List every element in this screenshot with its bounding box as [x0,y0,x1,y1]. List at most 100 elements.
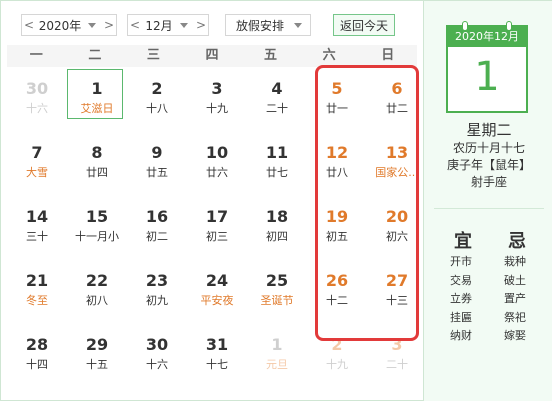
weekday-label: 六 [322,48,336,63]
year-value: 2020年 [38,18,82,33]
day-number: 23 [145,271,169,290]
day-cell[interactable]: 4 二十 [247,71,307,135]
day-number: 1 [271,335,283,354]
day-subtitle: 大雪 [26,166,48,179]
prev-month-arrow-icon[interactable]: < [128,18,142,32]
day-cell[interactable]: 16 初二 [127,199,187,263]
ji-item: 置产 [504,292,526,305]
day-subtitle: 十五 [86,358,108,371]
day-cell[interactable]: 2 十八 [127,71,187,135]
back-to-today-button[interactable]: 返回今天 [333,14,395,36]
day-cell[interactable]: 1 元旦 [247,327,307,391]
day-subtitle: 十八 [146,102,168,115]
detail-ganzhi-year: 庚子年【鼠年】 [446,158,531,172]
day-cell[interactable]: 3 十九 [187,71,247,135]
year-selector[interactable]: < 2020年 > [21,14,117,36]
day-subtitle: 初三 [206,230,228,243]
day-number: 24 [205,271,229,290]
day-number: 31 [205,335,229,354]
next-month-arrow-icon[interactable]: > [194,18,208,32]
day-number: 7 [31,143,43,162]
day-cell[interactable]: 17 初三 [187,199,247,263]
prev-year-arrow-icon[interactable]: < [22,18,36,32]
day-subtitle: 廿七 [266,166,288,179]
detail-weekday: 星期二 [466,121,512,139]
day-subtitle: 廿五 [146,166,168,179]
day-subtitle: 初八 [86,294,108,307]
yi-item: 挂匾 [450,310,472,324]
day-detail-panel: 2020年12月 1 星期二 农历十月十七 庚子年【鼠年】 射手座 宜 忌 开市… [423,1,552,401]
day-subtitle: 二十 [386,358,408,371]
day-subtitle: 十六 [146,358,168,371]
weekday-label: 五 [264,48,278,63]
day-number: 11 [265,143,289,162]
day-cell[interactable]: 22 初八 [67,263,127,327]
yi-item: 交易 [450,273,472,287]
day-number: 29 [85,335,109,354]
day-cell[interactable]: 18 初四 [247,199,307,263]
weekday-label: 日 [381,48,395,63]
day-subtitle: 冬至 [26,294,48,307]
day-number: 17 [205,207,229,226]
ji-item: 栽种 [504,255,526,268]
divider [434,208,544,209]
day-subtitle: 十一月小 [75,230,119,243]
next-year-arrow-icon[interactable]: > [102,18,116,32]
day-number: 28 [25,335,49,354]
day-number: 4 [271,79,283,98]
day-number: 10 [205,143,229,162]
day-cell[interactable]: 29 十五 [67,327,127,391]
chevron-down-icon [88,22,96,28]
day-subtitle: 二十 [266,102,288,115]
day-cell[interactable]: 23 初九 [127,263,187,327]
chevron-down-icon [180,22,188,28]
day-subtitle: 平安夜 [200,294,234,307]
day-subtitle: 十四 [26,358,48,371]
page-header: 2020年12月 [448,27,526,47]
day-subtitle: 三十 [26,230,48,243]
day-number: 30 [25,79,49,98]
holiday-schedule-label: 放假安排 [236,18,285,33]
day-subtitle: 廿六 [206,166,228,179]
yi-item: 立券 [450,292,472,305]
day-number: 25 [265,271,289,290]
day-number: 8 [91,143,103,162]
day-number: 2 [151,79,163,98]
day-cell[interactable]: 30 十六 [127,327,187,391]
month-selector[interactable]: < 12月 > [127,14,209,36]
day-cell[interactable]: 30 十六 [7,71,67,135]
yi-item: 纳财 [450,329,472,342]
month-value: 12月 [145,18,173,33]
day-cell[interactable]: 10 廿六 [187,135,247,199]
day-cell[interactable]: 24 平安夜 [187,263,247,327]
weekday-label: 一 [29,48,43,63]
day-cell[interactable]: 8 廿四 [67,135,127,199]
day-cell[interactable]: 21 冬至 [7,263,67,327]
ring-icon [462,21,468,31]
ji-item: 嫁娶 [504,329,526,342]
day-cell[interactable]: 28 十四 [7,327,67,391]
detail-zodiac-sign: 射手座 [470,175,507,189]
ji-item: 祭祀 [504,310,526,324]
day-cell[interactable]: 31 十七 [187,327,247,391]
day-cell[interactable]: 15 十一月小 [67,199,127,263]
holiday-schedule-select[interactable]: 放假安排 [225,14,311,36]
yi-item: 开市 [450,255,472,268]
day-subtitle: 初二 [146,230,168,243]
day-cell[interactable]: 9 廿五 [127,135,187,199]
detail-lunar-date: 农历十月十七 [452,141,525,155]
calendar-widget: < 2020年 > < 12月 > 放假安排 返回今天 一 二 三 四 五 六 … [0,0,552,401]
day-cell[interactable]: 7 大雪 [7,135,67,199]
day-number: 18 [265,207,289,226]
yi-heading: 宜 [454,231,472,252]
chevron-down-icon [294,23,302,28]
day-subtitle: 元旦 [266,358,288,371]
day-cell[interactable]: 25 圣诞节 [247,263,307,327]
ring-icon [506,21,512,31]
weekday-label: 三 [146,48,160,63]
day-cell[interactable]: 14 三十 [7,199,67,263]
day-cell[interactable]: 11 廿七 [247,135,307,199]
weekday-label: 四 [205,48,219,63]
weekday-header: 一 二 三 四 五 六 日 [7,45,417,67]
day-number: 15 [85,207,109,226]
